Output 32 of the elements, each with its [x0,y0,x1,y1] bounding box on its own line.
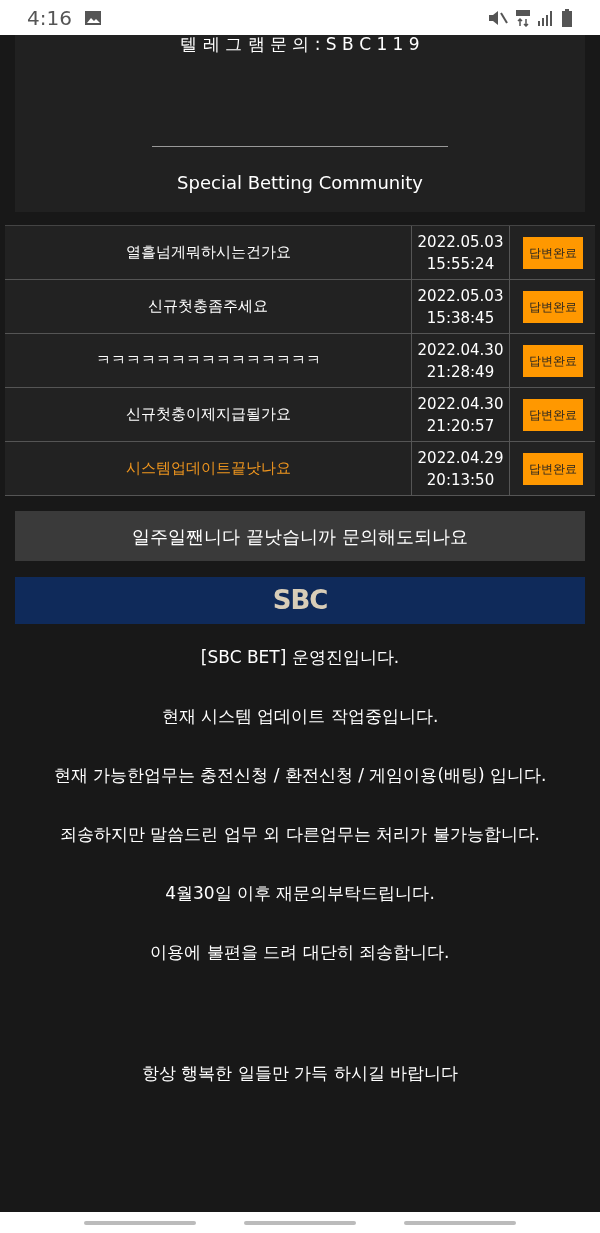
status-badge: 답변완료 [522,290,583,323]
image-icon [83,9,102,26]
date-cell: 2022.04.30 21:20:57 [412,388,510,441]
inquiry-title[interactable]: 신규첫충이제지급될가요 [5,388,412,441]
date-cell: 2022.04.29 20:13:50 [412,442,510,495]
date-cell: 2022.05.03 15:55:24 [412,226,510,279]
mute-icon [487,8,509,27]
clock: 4:16 [27,4,72,32]
tagline: Special Betting Community [177,171,423,195]
inquiry-title[interactable]: 열흘넘게뭐하시는건가요 [5,226,412,279]
battery-icon [561,8,573,27]
answer-text: [SBC BET] 운영진입니다. [200,646,400,669]
status-badge: 답변완료 [522,236,583,269]
date-cell: 2022.04.30 21:28:49 [412,334,510,387]
inquiry-title[interactable]: 시스템업데이트끝낫나요 [5,442,412,495]
inquiry-title[interactable]: 신규첫충좀주세요 [5,280,412,333]
answer-text: 4월30일 이후 재문의부탁드립니다. [165,882,435,905]
question-bar: 일주일짼니다 끝낫습니까 문의해도되나요 [15,511,585,561]
answer-text: 항상 행복한 일들만 가득 하시길 바랍니다 [142,1062,458,1085]
answer-text: 죄송하지만 말씀드린 업무 외 다른업무는 처리가 불가능합니다. [60,823,540,846]
status-badge: 답변완료 [522,344,583,377]
telegram-contact: 텔 레 그 램 문 의 : S B C 1 1 9 [180,35,420,53]
lte-icon [515,8,531,27]
date-cell: 2022.05.03 15:38:45 [412,280,510,333]
status-badge: 답변완료 [522,398,583,431]
sbc-logo: SBC [272,584,328,617]
inquiry-title[interactable]: ㅋㅋㅋㅋㅋㅋㅋㅋㅋㅋㅋㅋㅋㅋㅋ [5,334,412,387]
answer-text: 현재 시스템 업데이트 작업중입니다. [161,705,439,728]
answer-text: 현재 가능한업무는 충전신청 / 환전신청 / 게임이용(배팅) 입니다. [53,764,547,787]
status-badge: 답변완료 [522,452,583,485]
answer-text: 이용에 불편을 드려 대단히 죄송합니다. [150,941,450,964]
signal-icon [537,9,553,26]
